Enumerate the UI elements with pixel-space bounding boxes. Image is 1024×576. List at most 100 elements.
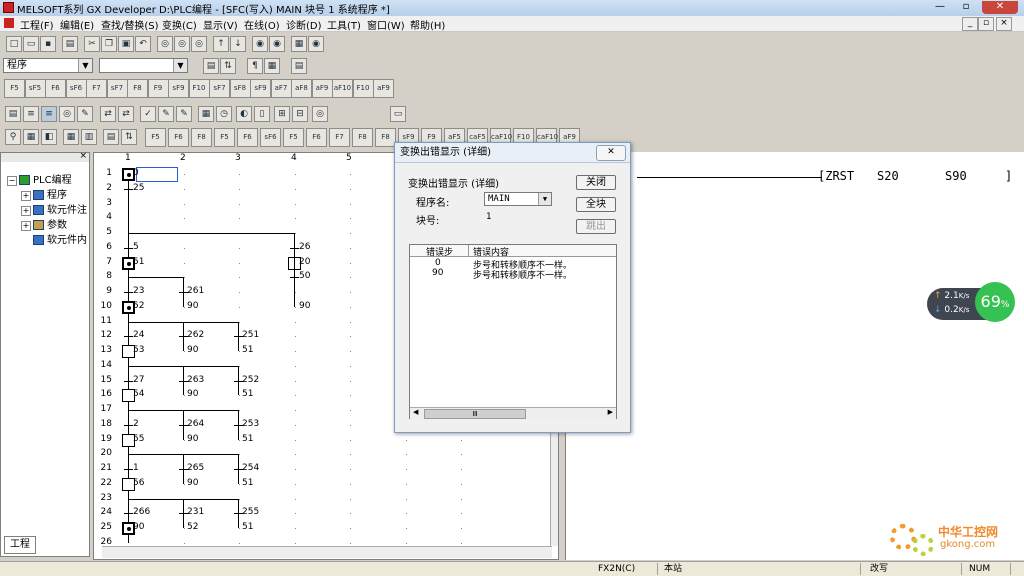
comment-icon[interactable]: ▤ [203, 58, 219, 74]
list-display-icon[interactable]: ▤ [291, 58, 307, 74]
edit-mode-icon[interactable]: ✎ [77, 106, 93, 122]
close-icon[interactable]: × [79, 151, 87, 161]
expand-icon[interactable]: + [21, 221, 31, 231]
ladder-key-button[interactable]: aF9 [311, 79, 333, 98]
statement-icon[interactable]: ▦ [264, 58, 280, 74]
sfc-key-button[interactable]: F8 [191, 128, 212, 147]
sfc-key-button[interactable]: F8 [375, 128, 396, 147]
close-dialog-button[interactable]: 关闭 [576, 175, 616, 190]
tree-item-device-comment[interactable]: + 软元件注 [21, 201, 87, 216]
sfc-check-icon[interactable]: ✎ [158, 106, 174, 122]
tree-item-program[interactable]: + 程序 [21, 186, 67, 201]
ladder-key-button[interactable]: sF8 [229, 79, 251, 98]
ladder-key-button[interactable]: F5 [4, 79, 25, 98]
ladder-key-button[interactable]: sF9 [168, 79, 189, 98]
sfc-all-blocks-icon[interactable]: ◧ [41, 129, 57, 145]
menu-tools[interactable]: 工具(T) [327, 17, 361, 32]
ladder-key-button[interactable]: aF9 [373, 79, 394, 98]
error-step[interactable]: 0 [435, 258, 441, 268]
block-info-icon[interactable]: ◷ [216, 106, 232, 122]
ladder-key-button[interactable]: sF5 [24, 79, 46, 98]
network-speed-widget[interactable]: ↑ 2.1K/s ↓ 0.2K/s 69% [927, 282, 1015, 322]
sfc-key-button[interactable]: F8 [352, 128, 373, 147]
sfc-key-button[interactable]: F5 [145, 128, 166, 147]
read-mode-icon[interactable]: ≡ [23, 106, 39, 122]
sfc-key-button[interactable]: F7 [329, 128, 350, 147]
ladder-key-button[interactable]: F9 [147, 79, 169, 98]
menu-edit[interactable]: 编辑(E) [60, 17, 94, 32]
tab-project[interactable]: 工程 [4, 536, 36, 554]
menu-online[interactable]: 在线(O) [244, 17, 280, 32]
window-icon[interactable]: ▭ [390, 106, 406, 122]
scroll-thumb[interactable]: Ⅲ [424, 409, 526, 419]
monitor-icon[interactable]: ◉ [252, 36, 268, 52]
mdi-restore-button[interactable]: ▫ [978, 17, 994, 31]
read-plc-icon[interactable]: ↓ [230, 36, 246, 52]
ladder-key-button[interactable]: F10 [188, 79, 210, 98]
ladder-sfc-toggle-icon[interactable]: ⇅ [220, 58, 236, 74]
ladder-key-button[interactable]: sF9 [250, 79, 271, 98]
menu-project[interactable]: 工程(F) [20, 17, 54, 32]
program-select[interactable]: 程序 ▼ [3, 58, 93, 73]
dialog-close-button[interactable]: ✕ [596, 145, 626, 161]
memory-usage-circle[interactable]: 69% [975, 282, 1015, 322]
sfc-auto-icon[interactable]: ⚲ [5, 129, 21, 145]
save-icon[interactable]: ▪ [40, 36, 56, 52]
ladder-mode-icon[interactable]: ▤ [5, 106, 21, 122]
mdi-close-button[interactable]: × [996, 17, 1012, 31]
menu-help[interactable]: 帮助(H) [410, 17, 445, 32]
menu-diagnose[interactable]: 诊断(D) [286, 17, 322, 32]
open-icon[interactable]: ▭ [23, 36, 39, 52]
monitor-mode-icon[interactable]: ◎ [59, 106, 75, 122]
find-device-icon[interactable]: ◎ [157, 36, 173, 52]
ladder-key-button[interactable]: F8 [127, 79, 148, 98]
convert-all-icon[interactable]: ⇄ [118, 106, 134, 122]
collapse-icon[interactable]: − [7, 176, 17, 186]
sfc-key-button[interactable]: F5 [214, 128, 235, 147]
sfc-step-list-icon[interactable]: ▦ [63, 129, 79, 145]
device-batch-icon[interactable]: ▦ [291, 36, 307, 52]
sfc-block-icon[interactable]: ▥ [81, 129, 97, 145]
column-header-content[interactable]: 错误内容 [473, 245, 509, 258]
menu-convert[interactable]: 变换(C) [162, 17, 197, 32]
ladder-key-button[interactable]: F6 [45, 79, 66, 98]
chevron-down-icon[interactable]: ▼ [173, 59, 187, 72]
minimize-button[interactable]: — [928, 1, 952, 14]
mdi-system-icon[interactable] [4, 18, 14, 28]
expand-icon[interactable]: + [21, 206, 31, 216]
scroll-right-icon[interactable]: ▶ [608, 408, 613, 416]
check-icon[interactable]: ✓ [140, 106, 156, 122]
ladder-key-button[interactable]: F7 [86, 79, 107, 98]
tree-root[interactable]: − PLC编程 [7, 171, 72, 186]
horizontal-scrollbar[interactable] [102, 546, 552, 558]
jump-button[interactable]: 跳出 [576, 219, 616, 234]
write-mode-icon[interactable]: ≡ [41, 106, 57, 122]
step-run-icon[interactable]: ▯ [254, 106, 270, 122]
error-step[interactable]: 90 [432, 268, 443, 278]
error-list[interactable]: 错误步 错误内容 0 步号和转移顺序不一样。 90 步号和转移顺序不一样。 ◀ … [409, 244, 617, 419]
step-comment-icon[interactable]: ✎ [176, 106, 192, 122]
new-icon[interactable]: □ [6, 36, 22, 52]
sfc-key-button[interactable]: F5 [283, 128, 304, 147]
zoom-in-icon[interactable]: ⊞ [274, 106, 290, 122]
undo-icon[interactable]: ↶ [135, 36, 151, 52]
zoom-out-icon[interactable]: ⊟ [292, 106, 308, 122]
menu-window[interactable]: 窗口(W) [367, 17, 405, 32]
sfc-key-button[interactable]: F6 [168, 128, 189, 147]
sfc-block-list-icon[interactable]: ▦ [198, 106, 214, 122]
all-blocks-button[interactable]: 全块 [576, 197, 616, 212]
chevron-down-icon[interactable]: ▼ [78, 59, 92, 72]
ladder-key-button[interactable]: sF7 [106, 79, 128, 98]
sfc-sort-icon[interactable]: ⇅ [121, 129, 137, 145]
ladder-key-button[interactable]: sF6 [65, 79, 87, 98]
find-instruction-icon[interactable]: ◎ [174, 36, 190, 52]
error-content[interactable]: 步号和转移顺序不一样。 [473, 268, 572, 281]
list-horizontal-scrollbar[interactable]: ◀ Ⅲ ▶ [410, 407, 616, 419]
find-contact-icon[interactable]: ◎ [191, 36, 207, 52]
menu-view[interactable]: 显示(V) [203, 17, 238, 32]
tree-item-device-memory[interactable]: 软元件内 [33, 231, 87, 246]
entry-monitor-icon[interactable]: ◉ [308, 36, 324, 52]
write-plc-icon[interactable]: ↑ [213, 36, 229, 52]
menu-find-replace[interactable]: 查找/替换(S) [101, 17, 159, 32]
ladder-key-button[interactable]: aF10 [332, 79, 353, 98]
